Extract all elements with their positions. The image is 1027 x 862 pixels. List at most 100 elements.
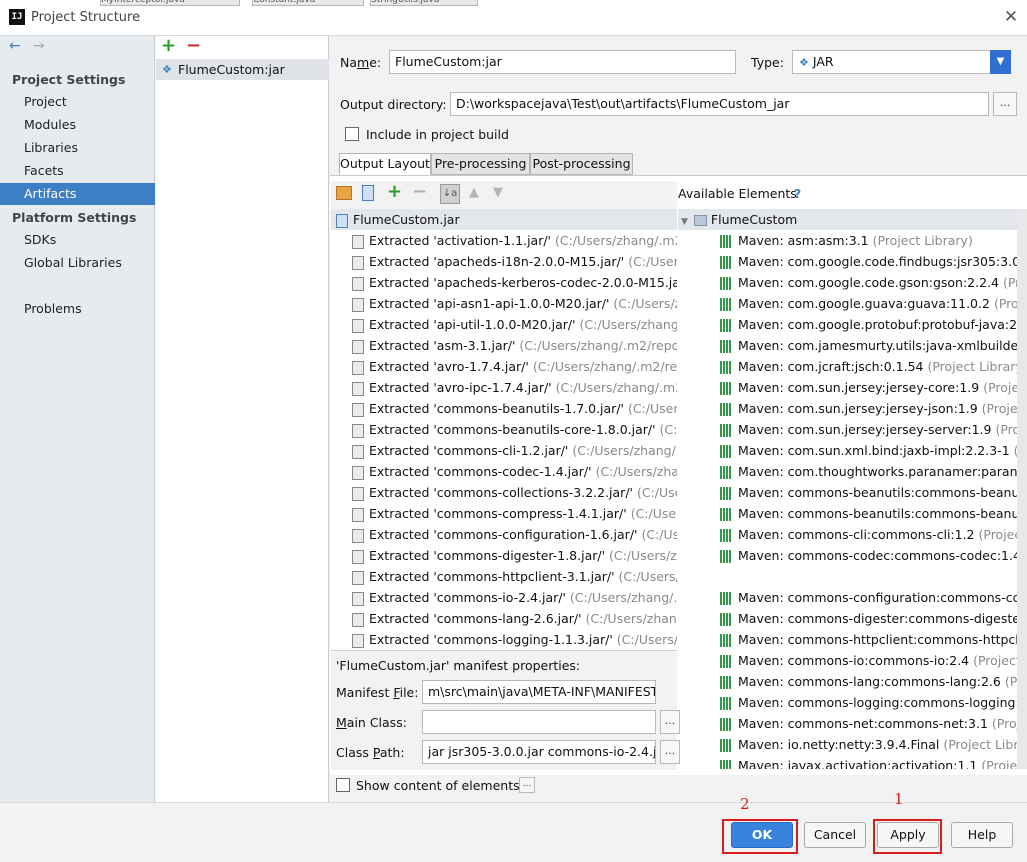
available-tree-row[interactable] <box>678 566 1027 587</box>
cancel-button[interactable]: Cancel <box>804 822 866 848</box>
layout-tree-row[interactable]: Extracted 'commons-beanutils-1.7.0.jar/'… <box>331 398 677 419</box>
sidebar-item-modules[interactable]: Modules <box>0 114 155 136</box>
layout-tree-row[interactable]: Extracted 'commons-compress-1.4.1.jar/' … <box>331 503 677 524</box>
manifest-file-input[interactable]: m\src\main\java\META-INF\MANIFEST.MF <box>422 680 656 704</box>
available-tree-row[interactable]: Maven: commons-configuration:commons-con… <box>678 587 1027 608</box>
available-tree-row[interactable]: Maven: commons-net:commons-net:3.1 (Proj… <box>678 713 1027 734</box>
browse-class-path-button[interactable]: ... <box>660 740 680 764</box>
create-directory-icon[interactable] <box>336 186 352 200</box>
available-tree-row[interactable]: Maven: com.google.code.gson:gson:2.2.4 (… <box>678 272 1027 293</box>
available-tree-row[interactable]: Maven: com.sun.jersey:jersey-core:1.9 (P… <box>678 377 1027 398</box>
layout-tree-row[interactable]: Extracted 'commons-beanutils-core-1.8.0.… <box>331 419 677 440</box>
available-tree-row[interactable]: Maven: com.jamesmurty.utils:java-xmlbuil… <box>678 335 1027 356</box>
available-tree-row[interactable]: Maven: com.sun.jersey:jersey-json:1.9 (P… <box>678 398 1027 419</box>
help-button[interactable]: Help <box>951 822 1013 848</box>
close-icon[interactable]: ✕ <box>1001 6 1021 28</box>
class-path-input[interactable]: jar jsr305-3.0.0.jar commons-io-2.4.jar <box>422 740 656 764</box>
layout-tree-row[interactable]: Extracted 'commons-cli-1.2.jar/' (C:/Use… <box>331 440 677 461</box>
layout-tree-row[interactable]: Extracted 'commons-configuration-1.6.jar… <box>331 524 677 545</box>
layout-tree-row[interactable]: Extracted 'api-util-1.0.0-M20.jar/' (C:/… <box>331 314 677 335</box>
expand-arrow-icon[interactable]: ▼ <box>681 217 688 227</box>
type-select[interactable]: ❖ JAR <box>792 50 1011 74</box>
layout-tree-row[interactable]: Extracted 'apacheds-i18n-2.0.0-M15.jar/'… <box>331 251 677 272</box>
sidebar-item-project[interactable]: Project <box>0 91 155 113</box>
extracted-jar-icon <box>352 633 364 648</box>
available-tree-root[interactable]: ▼ FlumeCustom <box>678 209 1027 230</box>
name-input[interactable]: FlumeCustom:jar <box>389 50 736 74</box>
available-tree-row[interactable]: Maven: commons-beanutils:commons-beanuti… <box>678 482 1027 503</box>
show-content-options-button[interactable]: ... <box>519 777 535 793</box>
library-icon <box>720 319 732 332</box>
available-row-name: Maven: com.sun.jersey:jersey-core:1.9 <box>738 380 980 395</box>
remove-artifact-icon[interactable]: − <box>186 35 201 56</box>
layout-tree-row[interactable]: Extracted 'commons-httpclient-3.1.jar/' … <box>331 566 677 587</box>
available-tree-row[interactable]: Maven: commons-lang:commons-lang:2.6 (Pr… <box>678 671 1027 692</box>
main-class-input[interactable] <box>422 710 656 734</box>
available-tree-row[interactable]: Maven: com.sun.xml.bind:jaxb-impl:2.2.3-… <box>678 440 1027 461</box>
available-tree-row[interactable]: Maven: commons-codec:commons-codec:1.4 (… <box>678 545 1027 566</box>
move-up-icon[interactable]: ▲ <box>469 185 479 200</box>
add-artifact-icon[interactable]: + <box>161 35 176 56</box>
available-tree-row[interactable]: Maven: com.google.guava:guava:11.0.2 (Pr… <box>678 293 1027 314</box>
available-row-name: Maven: asm:asm:3.1 <box>738 233 869 248</box>
library-icon <box>720 613 732 626</box>
layout-tree-row[interactable]: Extracted 'activation-1.1.jar/' (C:/User… <box>331 230 677 251</box>
output-directory-input[interactable]: D:\workspacejava\Test\out\artifacts\Flum… <box>450 92 989 116</box>
available-tree-row[interactable]: Maven: com.sun.jersey:jersey-server:1.9 … <box>678 419 1027 440</box>
layout-tree-root[interactable]: FlumeCustom.jar <box>331 209 677 230</box>
forward-arrow-icon[interactable]: → <box>33 38 45 54</box>
available-tree-row[interactable]: Maven: commons-beanutils:commons-beanuti… <box>678 503 1027 524</box>
create-archive-icon[interactable] <box>362 185 374 201</box>
layout-row-path: (C:/Users/zhang/.m2/re <box>555 380 677 395</box>
available-tree-row[interactable]: Maven: com.jcraft:jsch:0.1.54 (Project L… <box>678 356 1027 377</box>
available-tree-row[interactable]: Maven: commons-httpclient:commons-httpcl… <box>678 629 1027 650</box>
layout-tree-row[interactable]: Extracted 'apacheds-kerberos-codec-2.0.0… <box>331 272 677 293</box>
available-tree-row[interactable]: Maven: javax.activation:activation:1.1 (… <box>678 755 1027 769</box>
layout-tree-row[interactable]: Extracted 'commons-logging-1.1.3.jar/' (… <box>331 629 677 649</box>
available-tree-row[interactable]: Maven: com.google.code.findbugs:jsr305:3… <box>678 251 1027 272</box>
remove-element-icon[interactable]: − <box>412 181 427 202</box>
sidebar-item-artifacts[interactable]: Artifacts <box>0 183 155 205</box>
layout-tree-row[interactable]: Extracted 'avro-ipc-1.7.4.jar/' (C:/User… <box>331 377 677 398</box>
sidebar-item-libraries[interactable]: Libraries <box>0 137 155 159</box>
sidebar-item-sdks[interactable]: SDKs <box>0 229 155 251</box>
back-arrow-icon[interactable]: ← <box>9 38 21 54</box>
sort-elements-icon[interactable]: ↓a <box>440 184 460 204</box>
move-down-icon[interactable]: ▼ <box>493 185 503 200</box>
include-in-build-checkbox[interactable] <box>345 127 359 141</box>
layout-tree-row[interactable]: Extracted 'commons-codec-1.4.jar/' (C:/U… <box>331 461 677 482</box>
artifact-list-item[interactable]: ❖ FlumeCustom:jar <box>156 59 329 80</box>
layout-tree-row[interactable]: Extracted 'asm-3.1.jar/' (C:/Users/zhang… <box>331 335 677 356</box>
browse-output-directory-button[interactable]: ... <box>993 92 1017 116</box>
add-element-icon[interactable]: + <box>387 181 402 202</box>
available-tree-row[interactable]: Maven: commons-io:commons-io:2.4 (Projec… <box>678 650 1027 671</box>
sidebar-item-facets[interactable]: Facets <box>0 160 155 182</box>
help-icon[interactable]: ? <box>794 186 801 201</box>
show-content-checkbox[interactable] <box>336 778 350 792</box>
available-tree-row[interactable]: Maven: commons-logging:commons-logging:1… <box>678 692 1027 713</box>
tab-pre-processing[interactable]: Pre-processing <box>431 153 530 175</box>
layout-tree-row[interactable]: Extracted 'commons-io-2.4.jar/' (C:/User… <box>331 587 677 608</box>
tab-post-processing[interactable]: Post-processing <box>530 153 633 175</box>
available-tree-row[interactable]: Maven: commons-digester:commons-digester… <box>678 608 1027 629</box>
available-tree-row[interactable]: Maven: commons-cli:commons-cli:1.2 (Proj… <box>678 524 1027 545</box>
layout-tree-row[interactable]: Extracted 'commons-collections-3.2.2.jar… <box>331 482 677 503</box>
layout-tree-row[interactable]: Extracted 'commons-lang-2.6.jar/' (C:/Us… <box>331 608 677 629</box>
layout-tree-row[interactable]: Extracted 'commons-digester-1.8.jar/' (C… <box>331 545 677 566</box>
layout-tree-row[interactable]: Extracted 'avro-1.7.4.jar/' (C:/Users/zh… <box>331 356 677 377</box>
layout-tree-row[interactable]: Extracted 'api-asn1-api-1.0.0-M20.jar/' … <box>331 293 677 314</box>
available-row-name: Maven: com.google.code.gson:gson:2.2.4 <box>738 275 999 290</box>
browse-main-class-button[interactable]: ... <box>660 710 680 734</box>
apply-button[interactable]: Apply <box>877 822 939 848</box>
sidebar-item-global-libraries[interactable]: Global Libraries <box>0 252 155 274</box>
ok-button[interactable]: OK <box>731 822 793 848</box>
available-scrollbar[interactable] <box>1017 209 1027 769</box>
available-tree-row[interactable]: Maven: com.google.protobuf:protobuf-java… <box>678 314 1027 335</box>
sidebar-item-problems[interactable]: Problems <box>0 298 155 320</box>
available-tree-row[interactable]: Maven: com.thoughtworks.paranamer:parana… <box>678 461 1027 482</box>
available-tree-row[interactable]: Maven: asm:asm:3.1 (Project Library) <box>678 230 1027 251</box>
tab-output-layout[interactable]: Output Layout <box>339 153 431 175</box>
extracted-jar-icon <box>352 486 364 501</box>
chevron-down-icon[interactable]: ▼ <box>990 50 1011 74</box>
available-tree-row[interactable]: Maven: io.netty:netty:3.9.4.Final (Proje… <box>678 734 1027 755</box>
